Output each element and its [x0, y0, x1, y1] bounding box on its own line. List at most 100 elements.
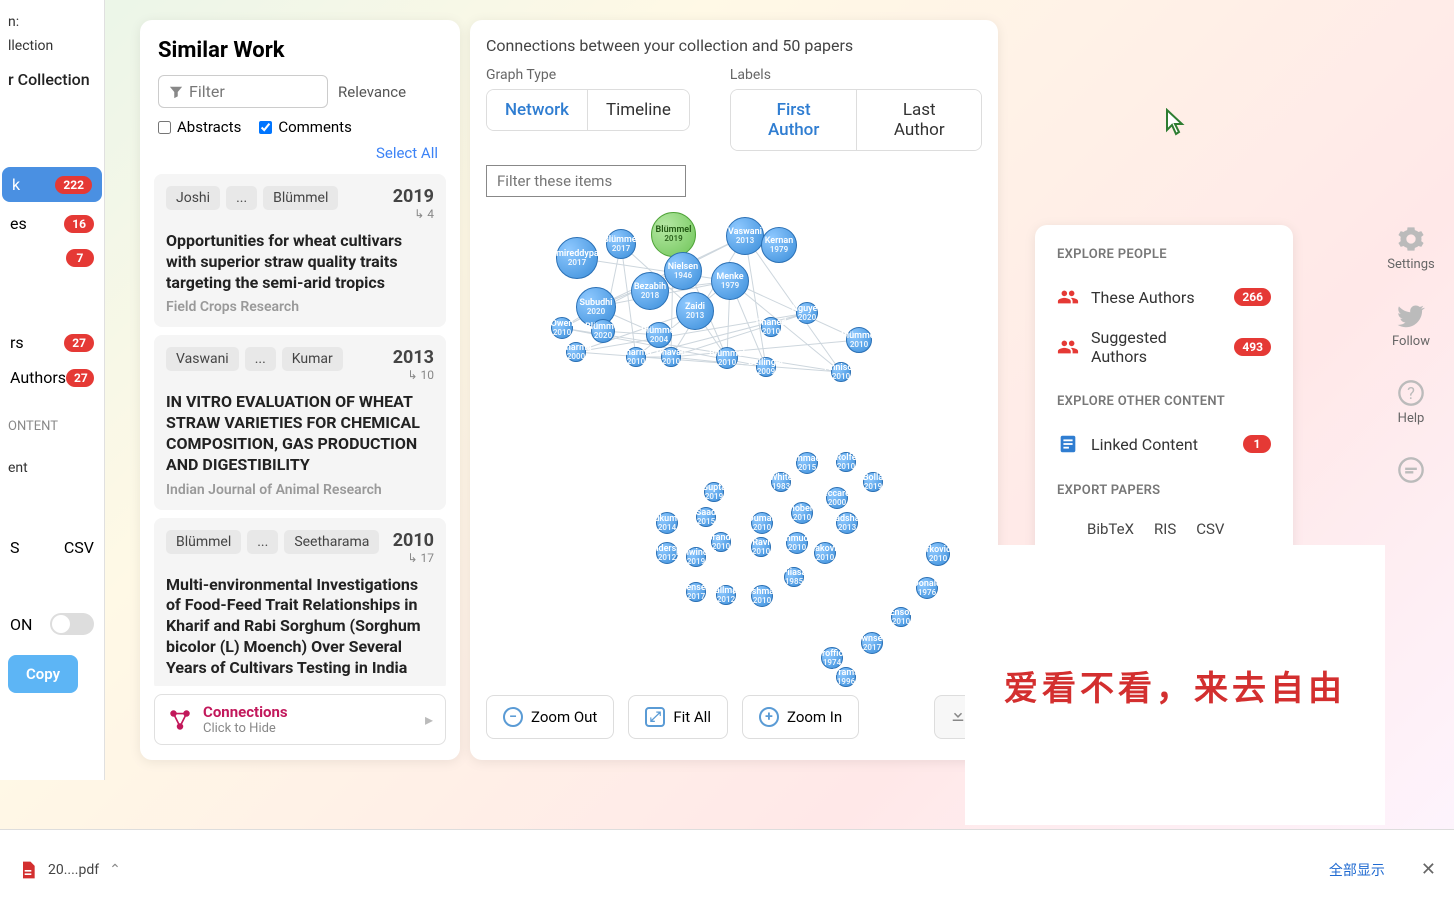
author-pill[interactable]: Vaswani — [166, 347, 239, 371]
graph-node[interactable]: Blümmel2019 — [651, 212, 696, 257]
graph-node[interactable]: Donald1976 — [916, 577, 938, 599]
author-pill[interactable]: Blümmel — [263, 186, 338, 210]
graph-node[interactable]: Annison2010 — [831, 362, 851, 382]
export-bibtex[interactable]: BibTeX — [1087, 520, 1134, 538]
graph-node[interactable]: Badshah2013 — [836, 512, 858, 534]
graph-node[interactable]: Samireddypalle2017 — [556, 237, 598, 279]
rail-item[interactable]: ent — [0, 456, 104, 480]
author-pill[interactable]: ... — [245, 347, 276, 371]
graph-node[interactable]: Shobena2010 — [791, 502, 813, 524]
graph-node[interactable]: Urkovich2010 — [926, 542, 950, 566]
graph-node[interactable]: Kulwinder2019 — [686, 547, 706, 567]
graph-node[interactable]: Vaswani2013 — [726, 217, 764, 255]
graph-node[interactable]: Blümmel2004 — [646, 322, 672, 348]
graph-node[interactable]: Bezabih2018 — [631, 272, 669, 310]
graph-node[interactable]: Sharma2010 — [626, 347, 646, 367]
graph-node[interactable]: Ensor2010 — [891, 607, 911, 627]
graph-node[interactable]: Jensen2017 — [686, 582, 706, 602]
graph-node[interactable]: Saad2015 — [696, 507, 716, 527]
graph-node[interactable]: Narashmahalu2010 — [751, 585, 773, 607]
export-option[interactable]: S — [10, 538, 20, 557]
graph-node[interactable]: Mahmuddin2010 — [786, 532, 808, 554]
graph-node[interactable]: Trams1996 — [836, 667, 856, 687]
sidebar-item-authors[interactable]: Authors 27 — [0, 360, 104, 395]
zoom-out-button[interactable]: −Zoom Out — [486, 695, 614, 739]
graph-node[interactable]: Gupta2019 — [704, 482, 724, 502]
chat-button[interactable] — [1397, 456, 1425, 484]
paper-card[interactable]: Vaswani...Kumar 2013↳ 10 IN VITRO EVALUA… — [154, 335, 446, 509]
graph-node[interactable]: Nakovic2010 — [814, 542, 836, 564]
suggested-authors-row[interactable]: Suggested Authors 493 — [1057, 318, 1271, 376]
graph-node[interactable]: Blümmel2010 — [716, 347, 738, 369]
fit-all-button[interactable]: ⤢Fit All — [628, 695, 728, 739]
graph-node[interactable]: Blümmel2017 — [606, 229, 636, 259]
graph-node[interactable]: Rolfe2010 — [836, 452, 856, 472]
settings-button[interactable]: Settings — [1387, 225, 1434, 272]
graph-node[interactable]: Piiasa1985 — [784, 567, 804, 587]
graph-node[interactable]: Sukumar2014 — [656, 512, 678, 534]
follow-button[interactable]: Follow — [1392, 302, 1430, 349]
export-csv[interactable]: CSV — [1196, 520, 1224, 538]
graph-node[interactable]: Nguyen2020 — [796, 302, 818, 324]
graph-filter-input[interactable] — [486, 165, 686, 197]
author-pill[interactable]: Seetharama — [284, 530, 379, 554]
author-pill[interactable]: ... — [247, 530, 278, 554]
help-button[interactable]: ? Help — [1397, 379, 1425, 426]
graph-node[interactable]: Proffics1974 — [821, 647, 843, 669]
sort-relevance[interactable]: Relevance — [338, 83, 406, 101]
linked-content-row[interactable]: Linked Content 1 — [1057, 423, 1271, 465]
graph-node[interactable]: Townsend2017 — [861, 632, 883, 654]
author-pill[interactable]: ... — [226, 186, 257, 210]
toggle-switch[interactable] — [50, 613, 94, 635]
copy-button[interactable]: Copy — [8, 655, 78, 693]
graph-node[interactable]: Nielsen1946 — [664, 252, 702, 290]
comments-checkbox[interactable]: Comments — [259, 118, 352, 136]
download-chip[interactable]: 20....pdf ⌃ — [18, 860, 121, 880]
paper-card[interactable]: Joshi...Blümmel 2019↳ 4 Opportunities fo… — [154, 174, 446, 327]
sidebar-item-active[interactable]: k 222 — [2, 167, 102, 202]
graph-node[interactable]: Bellinger2009 — [756, 357, 776, 377]
author-pill[interactable]: Blümmel — [166, 530, 241, 554]
graph-node[interactable]: Gummadov2015 — [796, 452, 818, 474]
labels-first-author[interactable]: First Author — [731, 90, 857, 150]
connections-toggle[interactable]: Connections Click to Hide ▸ — [154, 694, 446, 745]
graph-node[interactable]: White1983 — [771, 472, 791, 492]
graph-node[interactable]: Owen2010 — [551, 317, 573, 339]
filter-input[interactable]: Filter — [158, 75, 328, 108]
graph-node[interactable]: Blümmel2010 — [846, 327, 872, 353]
chevron-up-icon[interactable]: ⌃ — [109, 862, 121, 878]
graph-type-timeline[interactable]: Timeline — [587, 90, 689, 130]
graph-panel: Connections between your collection and … — [470, 20, 998, 760]
close-icon[interactable]: ✕ — [1421, 859, 1436, 880]
graph-node[interactable]: Blümmel2020 — [591, 319, 615, 343]
graph-node[interactable]: Dumas2010 — [751, 512, 773, 534]
paper-list[interactable]: Joshi...Blümmel 2019↳ 4 Opportunities fo… — [150, 166, 450, 686]
export-ris[interactable]: RIS — [1154, 520, 1176, 538]
export-option[interactable]: CSV — [64, 538, 94, 557]
zoom-in-button[interactable]: +Zoom In — [742, 695, 859, 739]
labels-last-author[interactable]: Last Author — [856, 90, 981, 150]
graph-node[interactable]: Zaidi2013 — [676, 292, 714, 330]
network-graph-canvas[interactable]: Blümmel2019 Vaswani2013Kernan1979 Blümmel2… — [486, 207, 982, 687]
sidebar-item[interactable]: 7 — [0, 241, 104, 275]
paper-title: Opportunities for wheat cultivars with s… — [166, 221, 434, 293]
graph-node[interactable]: Dhavan2010 — [661, 347, 681, 367]
graph-type-network[interactable]: Network — [487, 90, 587, 130]
graph-node[interactable]: Ceccarelli2000 — [826, 487, 848, 509]
graph-node[interactable]: Ravi2010 — [751, 537, 771, 557]
graph-node[interactable]: Sharma2000 — [566, 342, 586, 362]
graph-node[interactable]: Bolla2019 — [863, 472, 883, 492]
graph-node[interactable]: Kernan1979 — [761, 227, 797, 263]
author-pill[interactable]: Kumar — [282, 347, 343, 371]
these-authors-row[interactable]: These Authors 266 — [1057, 276, 1271, 318]
graph-node[interactable]: Phaned2010 — [761, 317, 781, 337]
select-all-link[interactable]: Select All — [150, 140, 450, 166]
graph-node[interactable]: Menke1979 — [711, 262, 749, 300]
graph-node[interactable]: Anderson2012 — [656, 542, 678, 564]
sidebar-item[interactable]: es 16 — [0, 206, 104, 241]
author-pill[interactable]: Joshi — [166, 186, 220, 210]
paper-card[interactable]: Blümmel...Seetharama 2010↳ 17 Multi-envi… — [154, 518, 446, 686]
show-all-link[interactable]: 全部显示 — [1329, 860, 1385, 880]
sidebar-item-authors[interactable]: rs 27 — [0, 325, 104, 360]
abstracts-checkbox[interactable]: Abstracts — [158, 118, 241, 136]
